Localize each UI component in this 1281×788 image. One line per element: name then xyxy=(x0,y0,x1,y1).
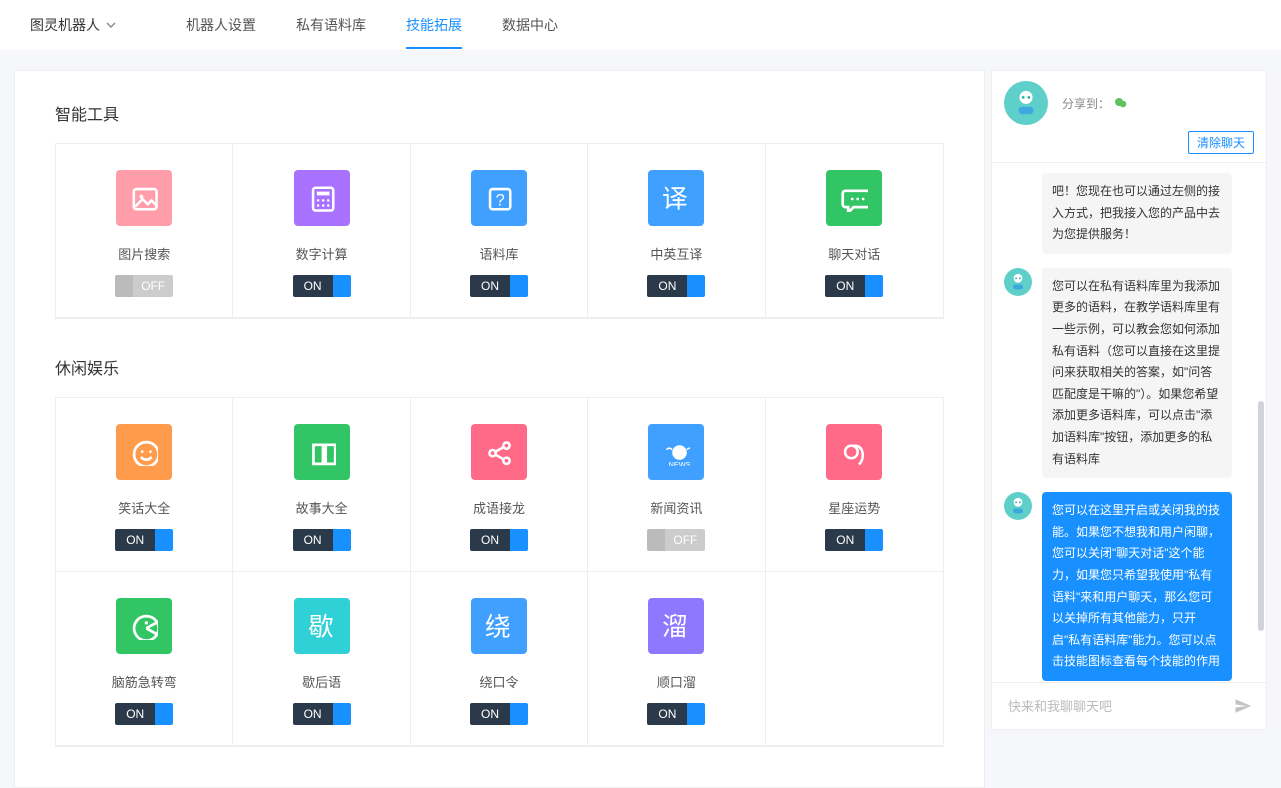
skill-toggle-tongue2[interactable]: ONOFF xyxy=(647,703,705,725)
skill-label: 中英互译 xyxy=(650,244,702,263)
empty-cell xyxy=(766,572,943,746)
skill-card-news[interactable]: NEWS 新闻资讯 ONOFF xyxy=(588,398,765,572)
chat-input-bar xyxy=(992,682,1266,729)
skill-toggle-brain[interactable]: ONOFF xyxy=(115,703,173,725)
chat-messages: 吧！您现在也可以通过左侧的接入方式，把我接入您的产品中去为您提供服务！ 您可以在私… xyxy=(992,163,1266,682)
image-search-icon xyxy=(116,170,172,226)
chat-bubble: 您可以在私有语料库里为我添加更多的语料，在教学语料库里有一些示例，可以教会您如何… xyxy=(1042,268,1232,478)
grid-fun: 笑话大全 ONOFF 故事大全 ONOFF 成语接龙 ONOFF NEWS 新闻资讯 ONOFF… xyxy=(55,397,944,747)
nav-item-数据中心[interactable]: 数据中心 xyxy=(502,1,558,49)
share-to: 分享到： xyxy=(1062,95,1128,112)
send-icon[interactable] xyxy=(1234,697,1252,715)
chat-message: 您可以在这里开启或关闭我的技能。如果您不想我和用户闲聊，您可以关闭"聊天对话"这… xyxy=(1004,492,1254,681)
bot-avatar xyxy=(1004,81,1048,125)
idiom-icon xyxy=(471,424,527,480)
svg-text:译: 译 xyxy=(662,185,688,212)
grid-tools: 图片搜索ONOFF数字计算ONOFF?语料库ONOFF译中英互译ONOFF聊天对… xyxy=(55,143,944,319)
brand-label: 图灵机器人 xyxy=(30,15,100,35)
bot-mini-avatar xyxy=(1004,268,1032,296)
number-calc-icon xyxy=(294,170,350,226)
xiehouyu-icon: 歇 xyxy=(294,598,350,654)
skill-toggle-xiehouyu[interactable]: ONOFF xyxy=(293,703,351,725)
svg-text:歇: 歇 xyxy=(308,612,334,640)
skill-card-tongue2[interactable]: 溜顺口溜 ONOFF xyxy=(588,572,765,746)
skill-label: 歇后语 xyxy=(302,672,341,691)
skill-toggle-image-search[interactable]: ONOFF xyxy=(115,275,173,297)
section-title-fun: 休闲娱乐 xyxy=(55,355,944,379)
svg-text:溜: 溜 xyxy=(662,612,688,640)
brain-icon xyxy=(116,598,172,654)
brand-switcher[interactable]: 图灵机器人 xyxy=(30,15,116,35)
skill-label: 脑筋急转弯 xyxy=(112,672,177,691)
skill-toggle-number-calc[interactable]: ONOFF xyxy=(293,275,351,297)
skill-card-horoscope[interactable]: 星座运势 ONOFF xyxy=(766,398,943,572)
chat-icon xyxy=(826,170,882,226)
skill-toggle-stories[interactable]: ONOFF xyxy=(293,529,351,551)
chat-header: 分享到： 清除聊天 xyxy=(992,71,1266,163)
tongue1-icon: 绕 xyxy=(471,598,527,654)
section-title-tools: 智能工具 xyxy=(55,101,944,125)
chevron-down-icon xyxy=(106,20,116,30)
skill-label: 语料库 xyxy=(479,244,518,263)
horoscope-icon xyxy=(826,424,882,480)
nav-item-机器人设置[interactable]: 机器人设置 xyxy=(186,1,256,49)
nav-item-技能拓展[interactable]: 技能拓展 xyxy=(406,1,462,49)
skills-panel: 智能工具 图片搜索 ONOFF 数字计算 ONOFF? 语料库 ONOFF 译中英互译 ONO… xyxy=(14,70,985,788)
corpus-icon: ? xyxy=(471,170,527,226)
skill-card-tongue1[interactable]: 绕绕口令 ONOFF xyxy=(411,572,588,746)
svg-text:绕: 绕 xyxy=(485,612,511,640)
skill-toggle-horoscope[interactable]: ONOFF xyxy=(825,529,883,551)
wechat-icon[interactable] xyxy=(1114,96,1128,110)
tongue2-icon: 溜 xyxy=(648,598,704,654)
skill-label: 成语接龙 xyxy=(473,498,525,517)
skill-label: 数字计算 xyxy=(296,244,348,263)
stories-icon xyxy=(294,424,350,480)
skill-label: 笑话大全 xyxy=(118,498,170,517)
skill-card-image-search[interactable]: 图片搜索 ONOFF xyxy=(56,144,233,318)
skill-card-translate[interactable]: 译中英互译 ONOFF xyxy=(588,144,765,318)
translate-icon: 译 xyxy=(648,170,704,226)
skill-label: 顺口溜 xyxy=(657,672,696,691)
skill-card-number-calc[interactable]: 数字计算 ONOFF xyxy=(233,144,410,318)
skill-card-brain[interactable]: 脑筋急转弯 ONOFF xyxy=(56,572,233,746)
chat-bubble: 您可以在这里开启或关闭我的技能。如果您不想我和用户闲聊，您可以关闭"聊天对话"这… xyxy=(1042,492,1232,681)
svg-text:NEWS: NEWS xyxy=(669,460,690,466)
skill-toggle-translate[interactable]: ONOFF xyxy=(647,275,705,297)
news-icon: NEWS xyxy=(648,424,704,480)
skill-card-xiehouyu[interactable]: 歇歇后语 ONOFF xyxy=(233,572,410,746)
skill-card-stories[interactable]: 故事大全 ONOFF xyxy=(233,398,410,572)
skill-toggle-tongue1[interactable]: ONOFF xyxy=(470,703,528,725)
skill-toggle-jokes[interactable]: ONOFF xyxy=(115,529,173,551)
chat-bubble: 吧！您现在也可以通过左侧的接入方式，把我接入您的产品中去为您提供服务！ xyxy=(1042,173,1232,254)
chat-input[interactable] xyxy=(1006,698,1234,715)
svg-text:?: ? xyxy=(496,191,505,209)
jokes-icon xyxy=(116,424,172,480)
main-nav: 机器人设置私有语料库技能拓展数据中心 xyxy=(186,1,598,49)
skill-label: 绕口令 xyxy=(479,672,518,691)
skill-toggle-idiom[interactable]: ONOFF xyxy=(470,529,528,551)
skill-label: 聊天对话 xyxy=(828,244,880,263)
skill-label: 星座运势 xyxy=(828,498,880,517)
skill-toggle-chat[interactable]: ONOFF xyxy=(825,275,883,297)
skill-toggle-news[interactable]: ONOFF xyxy=(647,529,705,551)
skill-card-corpus[interactable]: ? 语料库 ONOFF xyxy=(411,144,588,318)
chat-panel: 分享到： 清除聊天 吧！您现在也可以通过左侧的接入方式，把我接入您的产品中去为您… xyxy=(991,70,1267,730)
chat-message: 吧！您现在也可以通过左侧的接入方式，把我接入您的产品中去为您提供服务！ xyxy=(1004,173,1254,254)
skill-card-jokes[interactable]: 笑话大全 ONOFF xyxy=(56,398,233,572)
chat-scrollbar[interactable] xyxy=(1258,401,1264,631)
chat-message: 您可以在私有语料库里为我添加更多的语料，在教学语料库里有一些示例，可以教会您如何… xyxy=(1004,268,1254,478)
top-bar: 图灵机器人 机器人设置私有语料库技能拓展数据中心 xyxy=(0,0,1281,50)
skill-label: 图片搜索 xyxy=(118,244,170,263)
skill-label: 故事大全 xyxy=(296,498,348,517)
skill-toggle-corpus[interactable]: ONOFF xyxy=(470,275,528,297)
skill-card-chat[interactable]: 聊天对话 ONOFF xyxy=(766,144,943,318)
skill-card-idiom[interactable]: 成语接龙 ONOFF xyxy=(411,398,588,572)
nav-item-私有语料库[interactable]: 私有语料库 xyxy=(296,1,366,49)
skill-label: 新闻资讯 xyxy=(650,498,702,517)
bot-mini-avatar xyxy=(1004,492,1032,520)
share-label: 分享到： xyxy=(1062,95,1110,112)
clear-chat-button[interactable]: 清除聊天 xyxy=(1188,131,1254,154)
